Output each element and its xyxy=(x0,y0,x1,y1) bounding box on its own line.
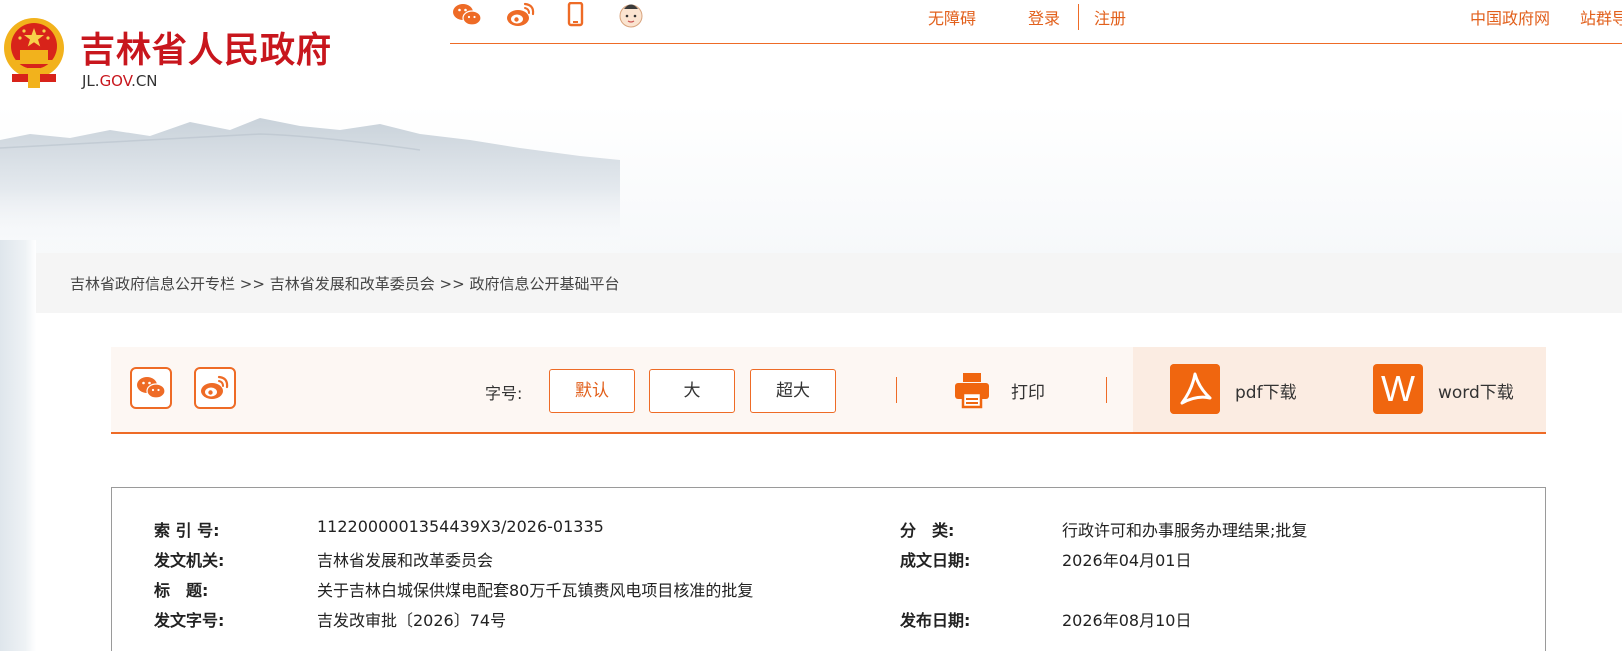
weibo-icon[interactable] xyxy=(506,2,536,28)
wechat-icon[interactable] xyxy=(452,2,482,28)
print-button[interactable]: 打印 xyxy=(1011,378,1045,403)
article-toolbar: 字号: 默认 大 超大 打印 pdf下载 W word下载 xyxy=(111,347,1546,434)
publish-date-value: 2026年08月10日 xyxy=(1062,611,1192,630)
share-wechat-button[interactable] xyxy=(130,367,172,409)
title-label: 标 题: xyxy=(154,581,209,600)
breadcrumb-item[interactable]: 吉林省政府信息公开专栏 xyxy=(70,275,235,293)
mobile-icon[interactable] xyxy=(560,2,590,28)
kids-icon[interactable] xyxy=(616,2,646,28)
breadcrumb-separator: >> xyxy=(239,275,265,293)
accessibility-link[interactable]: 无障碍 xyxy=(928,5,976,29)
font-size-large-button[interactable]: 大 xyxy=(649,369,735,413)
header-divider xyxy=(450,43,1622,44)
font-size-default-button[interactable]: 默认 xyxy=(549,369,635,413)
national-emblem-icon xyxy=(4,18,64,88)
doc-number-value: 吉发改审批〔2026〕74号 xyxy=(317,611,507,630)
gov-cn-link[interactable]: 中国政府网 xyxy=(1470,5,1550,29)
issuer-value: 吉林省发展和改革委员会 xyxy=(317,551,494,570)
site-group-link[interactable]: 站群导航 xyxy=(1580,5,1622,29)
category-label: 分 类: xyxy=(900,521,955,540)
date-written-value: 2026年04月01日 xyxy=(1062,551,1192,570)
breadcrumb-item[interactable]: 吉林省发展和改革委员会 xyxy=(270,275,435,293)
site-title[interactable]: 吉林省人民政府 xyxy=(80,22,332,73)
index-number-value: 1122000001354439X3/2026-01335 xyxy=(317,517,604,536)
site-domain: JL.GOV.CN xyxy=(82,72,158,90)
weibo-icon xyxy=(201,375,229,399)
divider xyxy=(1078,4,1079,30)
font-size-label: 字号: xyxy=(485,384,523,403)
left-mist-decoration xyxy=(0,240,36,651)
title-value: 关于吉林白城保供煤电配套80万千瓦镇赉风电项目核准的批复 xyxy=(317,581,754,600)
document-info-box: 索 引 号: 1122000001354439X3/2026-01335 分 类… xyxy=(111,487,1546,651)
breadcrumb-item[interactable]: 政府信息公开基础平台 xyxy=(469,275,619,293)
pdf-download-button[interactable]: pdf下载 xyxy=(1235,378,1297,403)
category-value: 行政许可和办事服务办理结果;批复 xyxy=(1062,521,1308,540)
login-link[interactable]: 登录 xyxy=(1028,5,1060,29)
word-download-button[interactable]: word下载 xyxy=(1438,378,1514,403)
doc-number-label: 发文字号: xyxy=(154,611,225,630)
wechat-icon xyxy=(137,377,166,399)
toolbar-divider xyxy=(896,377,897,403)
publish-date-label: 发布日期: xyxy=(900,611,971,630)
download-panel: pdf下载 W word下载 xyxy=(1133,347,1546,432)
printer-icon[interactable] xyxy=(951,369,993,411)
pdf-icon[interactable] xyxy=(1170,364,1220,414)
register-link[interactable]: 注册 xyxy=(1094,5,1126,29)
issuer-label: 发文机关: xyxy=(154,551,225,570)
index-number-label: 索 引 号: xyxy=(154,521,220,540)
font-size-xlarge-button[interactable]: 超大 xyxy=(750,369,836,413)
share-weibo-button[interactable] xyxy=(194,367,236,409)
breadcrumb: 吉林省政府信息公开专栏 >> 吉林省发展和改革委员会 >> 政府信息公开基础平台 xyxy=(70,273,619,294)
breadcrumb-separator: >> xyxy=(439,275,465,293)
word-icon[interactable]: W xyxy=(1373,364,1423,414)
mountain-background xyxy=(0,118,620,260)
date-written-label: 成文日期: xyxy=(900,551,971,570)
toolbar-divider xyxy=(1106,377,1107,403)
